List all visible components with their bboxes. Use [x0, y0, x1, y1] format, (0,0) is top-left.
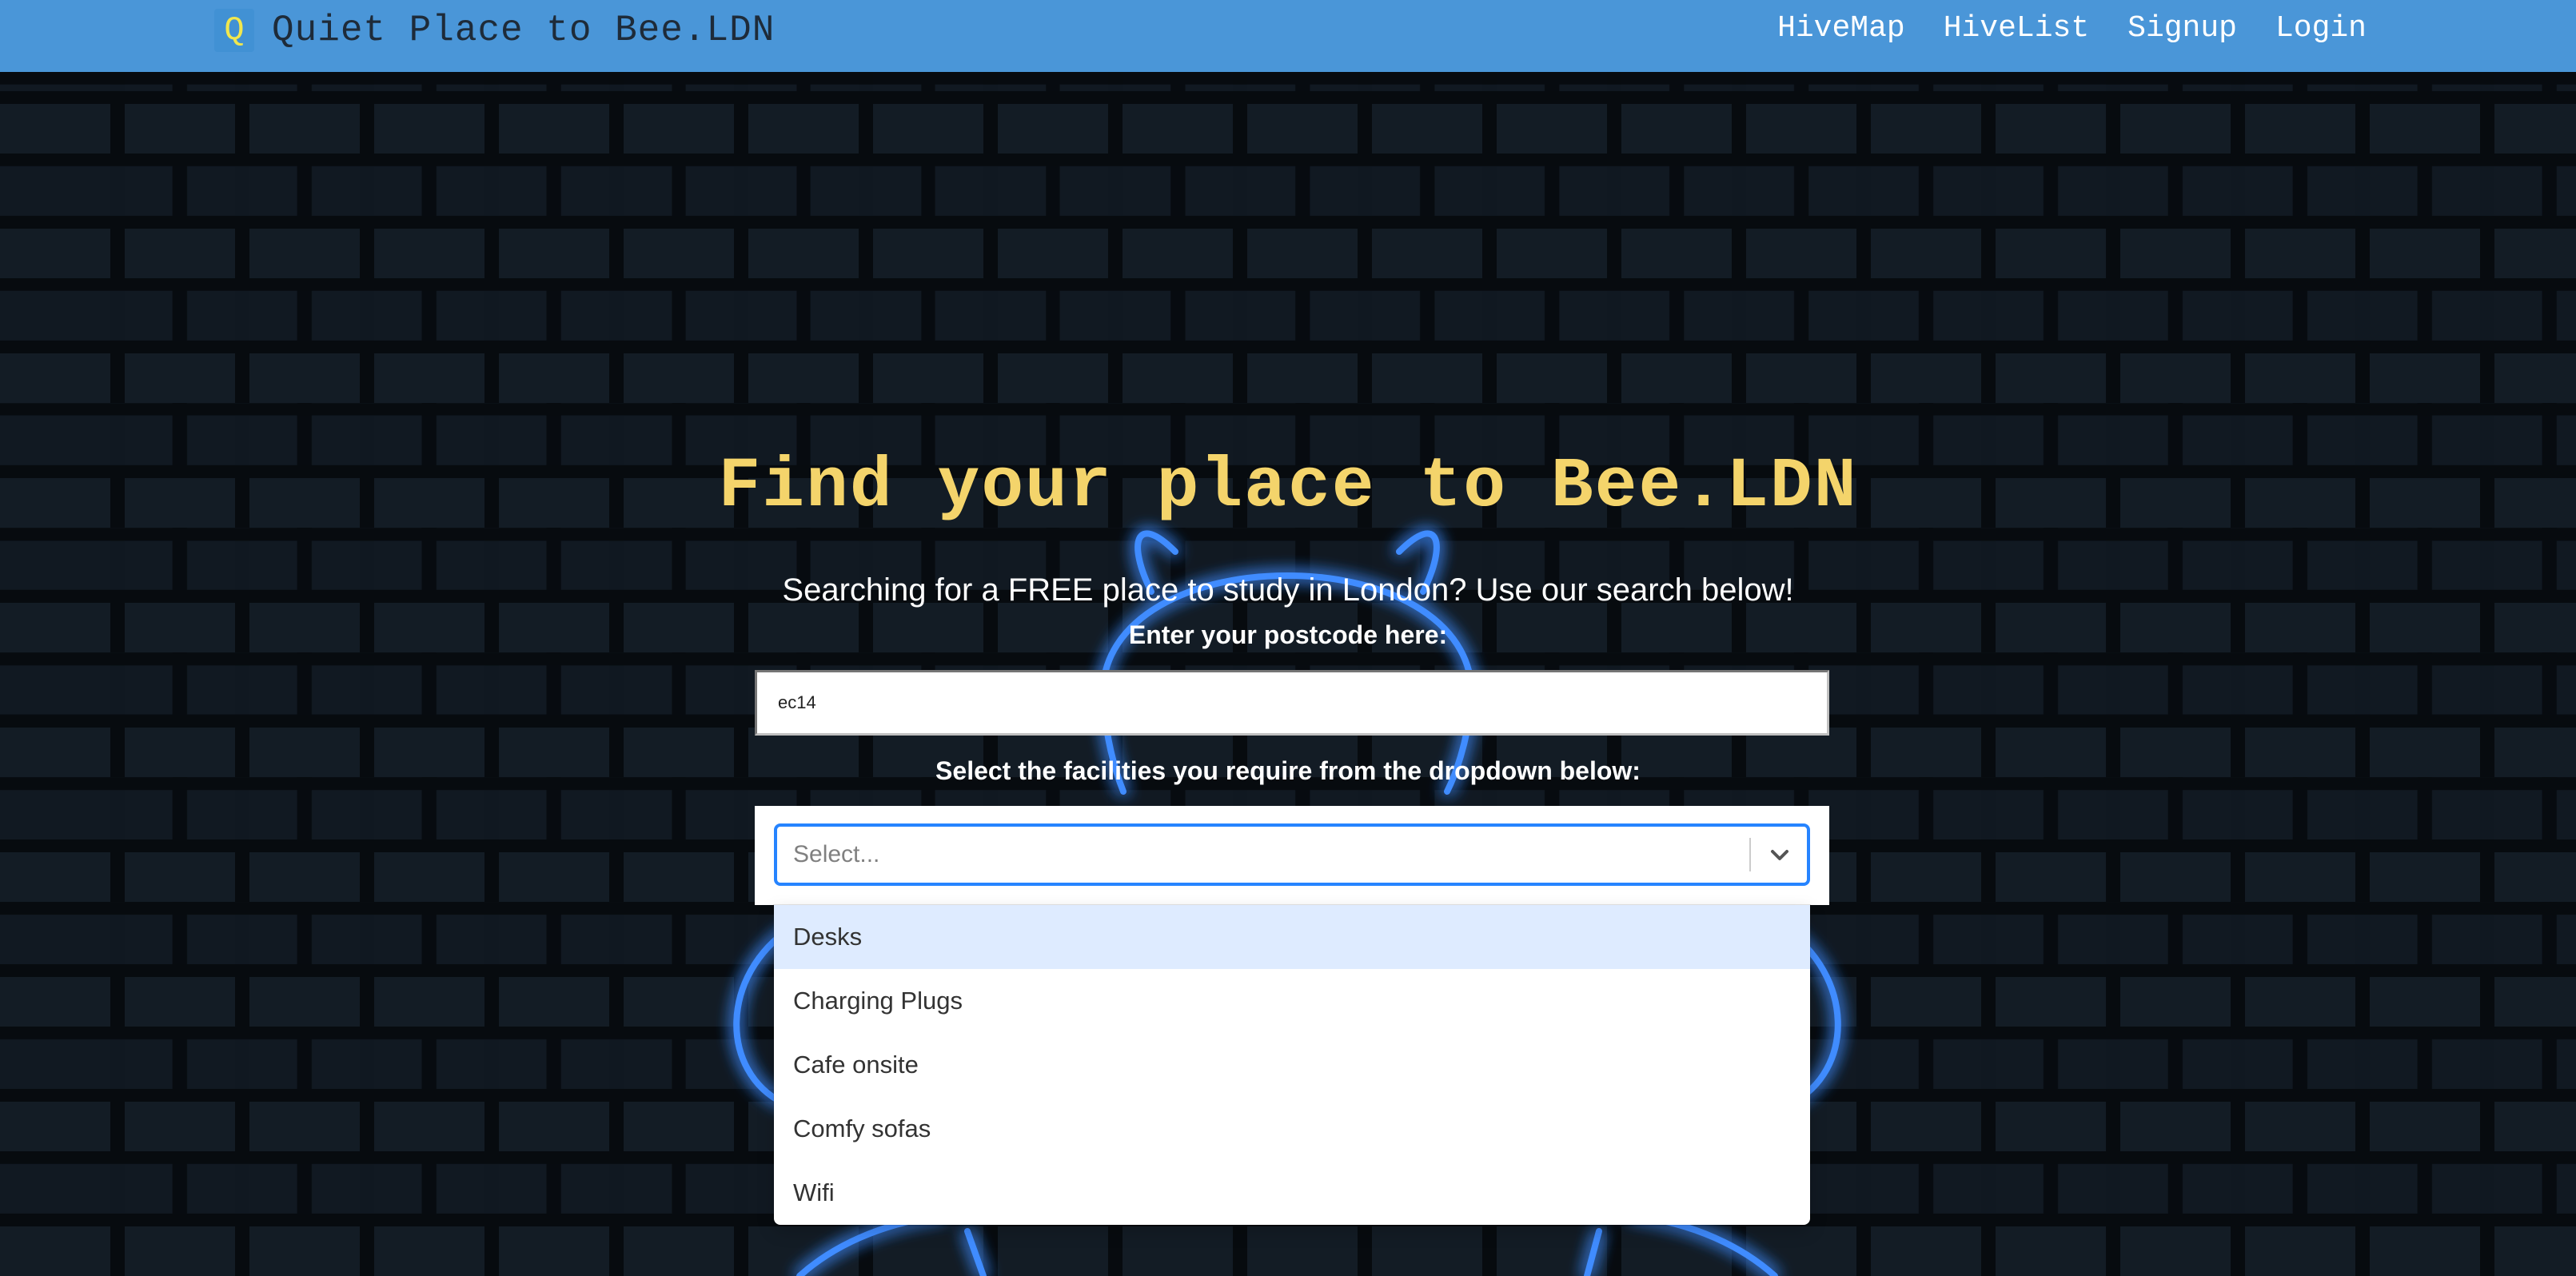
postcode-input[interactable]: [755, 670, 1829, 736]
option-cafe-onsite[interactable]: Cafe onsite: [774, 1033, 1810, 1097]
nav-link-hivelist[interactable]: HiveList: [1944, 11, 2089, 46]
facilities-label: Select the facilities you require from t…: [935, 756, 1641, 785]
option-charging-plugs[interactable]: Charging Plugs: [774, 969, 1810, 1033]
brand-link[interactable]: Q Quiet Place to Bee.LDN: [214, 6, 775, 54]
chevron-down-icon[interactable]: [1764, 839, 1796, 871]
option-comfy-sofas[interactable]: Comfy sofas: [774, 1097, 1810, 1161]
option-desks[interactable]: Desks: [774, 905, 1810, 969]
select-placeholder: Select...: [793, 841, 880, 867]
nav-link-login[interactable]: Login: [2275, 11, 2367, 46]
top-navbar: Q Quiet Place to Bee.LDN HiveMap HiveLis…: [0, 0, 2576, 72]
brand-logo-icon: Q: [214, 9, 254, 52]
option-wifi[interactable]: Wifi: [774, 1161, 1810, 1225]
brand-name: Quiet Place to Bee.LDN: [272, 10, 776, 51]
page-title: Find your place to Bee.LDN: [718, 448, 1858, 527]
select-indicator-separator: [1749, 838, 1751, 871]
nav-links: HiveMap HiveList Signup Login: [1777, 11, 2367, 46]
facilities-select-container: Select...: [755, 806, 1829, 905]
nav-link-signup[interactable]: Signup: [2127, 11, 2237, 46]
postcode-label: Enter your postcode here:: [1128, 620, 1448, 649]
facilities-select[interactable]: Select...: [774, 823, 1810, 886]
page-subtitle: Searching for a FREE place to study in L…: [782, 572, 1794, 608]
nav-link-hivemap[interactable]: HiveMap: [1777, 11, 1905, 46]
facilities-dropdown-menu: Desks Charging Plugs Cafe onsite Comfy s…: [774, 905, 1810, 1225]
